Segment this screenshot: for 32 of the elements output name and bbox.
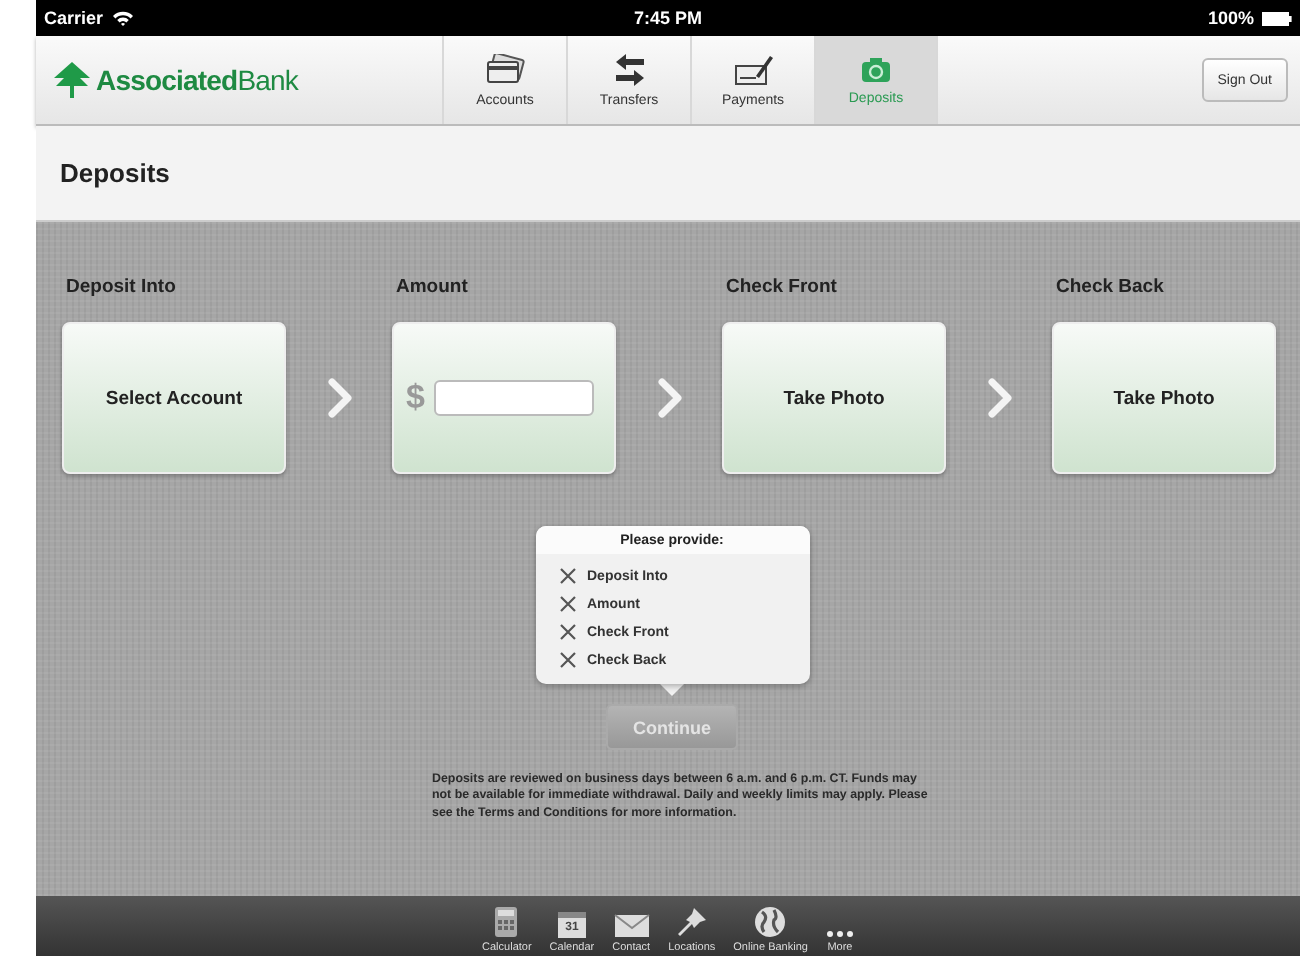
calculator-icon [494, 906, 519, 938]
step-button[interactable]: Take Photo [722, 322, 946, 474]
battery-percentage: 100% [1207, 8, 1254, 28]
step-button[interactable]: Select Account [62, 322, 286, 474]
step-label: Check Front [724, 276, 839, 298]
currency-symbol: $ [406, 378, 425, 418]
logo-text: AssociatedBank [96, 64, 299, 96]
cross-icon [559, 568, 575, 584]
page-title: Deposits [60, 158, 170, 188]
step-label: Deposit Into [64, 276, 178, 298]
more-dots-icon [825, 930, 854, 938]
step-label: Amount [394, 276, 470, 298]
push-pin-icon [675, 906, 708, 938]
credit-card-icon [485, 53, 525, 85]
chevron-right-icon [328, 378, 352, 418]
chevron-right-icon [988, 378, 1012, 418]
carrier-label: Carrier [44, 8, 104, 28]
battery-icon [1262, 11, 1292, 25]
cross-icon [559, 596, 575, 612]
step-label: Check Back [1054, 276, 1166, 298]
chevron-right-icon [658, 378, 682, 418]
tree-logo-icon [52, 60, 92, 100]
cross-icon [559, 624, 575, 640]
check-and-pen-icon [733, 53, 773, 85]
wifi-icon [111, 10, 134, 26]
amount-input-field[interactable] [434, 380, 595, 416]
camera-icon [860, 55, 892, 83]
envelope-icon [613, 914, 650, 938]
cross-icon [559, 652, 575, 668]
step-button[interactable]: Take Photo [1052, 322, 1276, 474]
clock-time: 7:45 PM [634, 8, 702, 28]
swap-arrows-icon [613, 53, 645, 85]
